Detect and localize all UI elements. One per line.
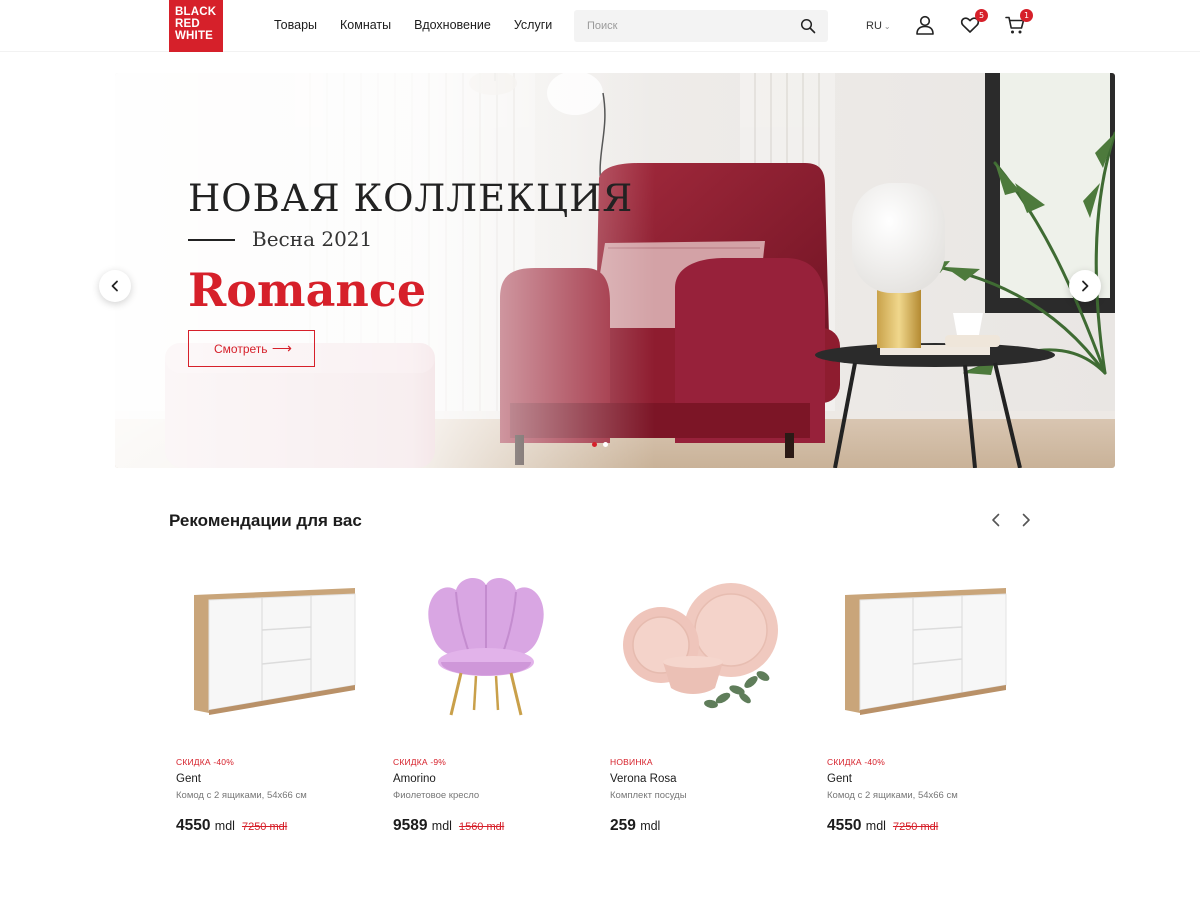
product-tag: НОВИНКА (610, 757, 653, 767)
hero-subtitle: Весна 2021 (252, 227, 373, 251)
arrow-right-icon: ⟶ (271, 340, 292, 356)
hero-banner: НОВАЯ КОЛЛЕКЦИЯ Весна 2021 Romance Смотр… (115, 73, 1115, 468)
site-header: BLACK RED WHITE Товары Комнаты Вдохновен… (0, 0, 1200, 52)
user-icon[interactable] (915, 15, 935, 35)
price-currency: mdl (640, 819, 661, 833)
hero-view-button[interactable]: Смотреть ⟶ (188, 330, 315, 367)
search-input[interactable] (574, 10, 774, 42)
recommendations-next-icon[interactable] (1018, 512, 1034, 528)
product-card[interactable]: СКИДКА -9% Amorino Фиолетовое кресло 958… (386, 570, 586, 850)
hero-collection-name: Romance (188, 263, 427, 317)
nav-item-products[interactable]: Товары (274, 18, 317, 32)
main-nav: Товары Комнаты Вдохновение Услуги (274, 18, 575, 32)
logo-line: BLACK (175, 6, 217, 18)
product-price: 4550 mdl 7250 mdl (827, 817, 938, 835)
dresser-icon (194, 588, 356, 715)
product-tag: СКИДКА -40% (176, 757, 234, 767)
product-name: Amorino (393, 773, 436, 785)
price-value: 4550 (176, 817, 211, 834)
brand-logo[interactable]: BLACK RED WHITE (169, 0, 223, 52)
hero-view-button-label: Смотреть (214, 341, 268, 356)
chevron-right-icon (1082, 280, 1089, 292)
nav-item-services[interactable]: Услуги (514, 18, 552, 32)
product-tag: СКИДКА -9% (393, 757, 447, 767)
product-price: 9589 mdl 1560 mdl (393, 817, 504, 835)
price-currency: mdl (214, 819, 235, 833)
product-tag: СКИДКА -40% (827, 757, 885, 767)
product-name: Verona Rosa (610, 773, 677, 785)
product-name: Gent (827, 773, 852, 785)
price-value: 9589 (393, 817, 428, 834)
recommendations-prev-icon[interactable] (988, 512, 1004, 528)
product-description: Комод с 2 ящиками, 54x66 см (176, 790, 307, 801)
old-price: 7250 mdl (241, 821, 288, 833)
product-price: 4550 mdl 7250 mdl (176, 817, 287, 835)
price-currency: mdl (431, 819, 452, 833)
product-card[interactable]: СКИДКА -40% Gent Комод с 2 ящиками, 54x6… (820, 570, 1020, 850)
nav-item-inspiration[interactable]: Вдохновение (414, 18, 491, 32)
wishlist-count-badge: 5 (975, 9, 988, 22)
cart-count-badge: 1 (1020, 9, 1033, 22)
product-card[interactable]: НОВИНКА Verona Rosa Комплект посуды 259 … (603, 570, 803, 850)
nav-item-rooms[interactable]: Комнаты (340, 18, 391, 32)
slide-dot-1[interactable] (592, 442, 597, 447)
search-box (574, 10, 828, 42)
product-description: Фиолетовое кресло (393, 790, 480, 801)
armchair-icon (428, 578, 544, 716)
hero-slide-dots (592, 442, 608, 447)
product-description: Комплект посуды (610, 790, 687, 801)
hero-subtitle-divider (188, 239, 235, 241)
logo-line: WHITE (175, 30, 214, 42)
recommendations-title: Рекомендации для вас (169, 511, 362, 530)
product-card[interactable]: СКИДКА -40% Gent Комод с 2 ящиками, 54x6… (169, 570, 369, 850)
price-value: 259 (610, 817, 636, 834)
hero-next-button[interactable] (1069, 270, 1101, 302)
hero-prev-button[interactable] (99, 270, 131, 302)
wishlist-button[interactable]: 5 (960, 9, 988, 35)
language-selector[interactable]: RU ⌄ (866, 20, 891, 32)
slide-dot-2[interactable] (603, 442, 608, 447)
search-icon[interactable] (800, 18, 816, 34)
old-price: 1560 mdl (458, 821, 505, 833)
chevron-left-icon (111, 280, 118, 292)
language-label: RU (866, 20, 882, 32)
dresser-icon (845, 588, 1007, 715)
dinnerware-icon (623, 583, 778, 709)
price-currency: mdl (865, 819, 886, 833)
cart-button[interactable]: 1 (1005, 9, 1033, 35)
product-name: Gent (176, 773, 201, 785)
logo-line: RED (175, 18, 200, 30)
chevron-down-icon: ⌄ (883, 22, 891, 31)
old-price: 7250 mdl (892, 821, 939, 833)
price-value: 4550 (827, 817, 862, 834)
hero-title: НОВАЯ КОЛЛЕКЦИЯ (188, 177, 634, 220)
product-description: Комод с 2 ящиками, 54x66 см (827, 790, 958, 801)
product-price: 259 mdl (610, 817, 667, 835)
